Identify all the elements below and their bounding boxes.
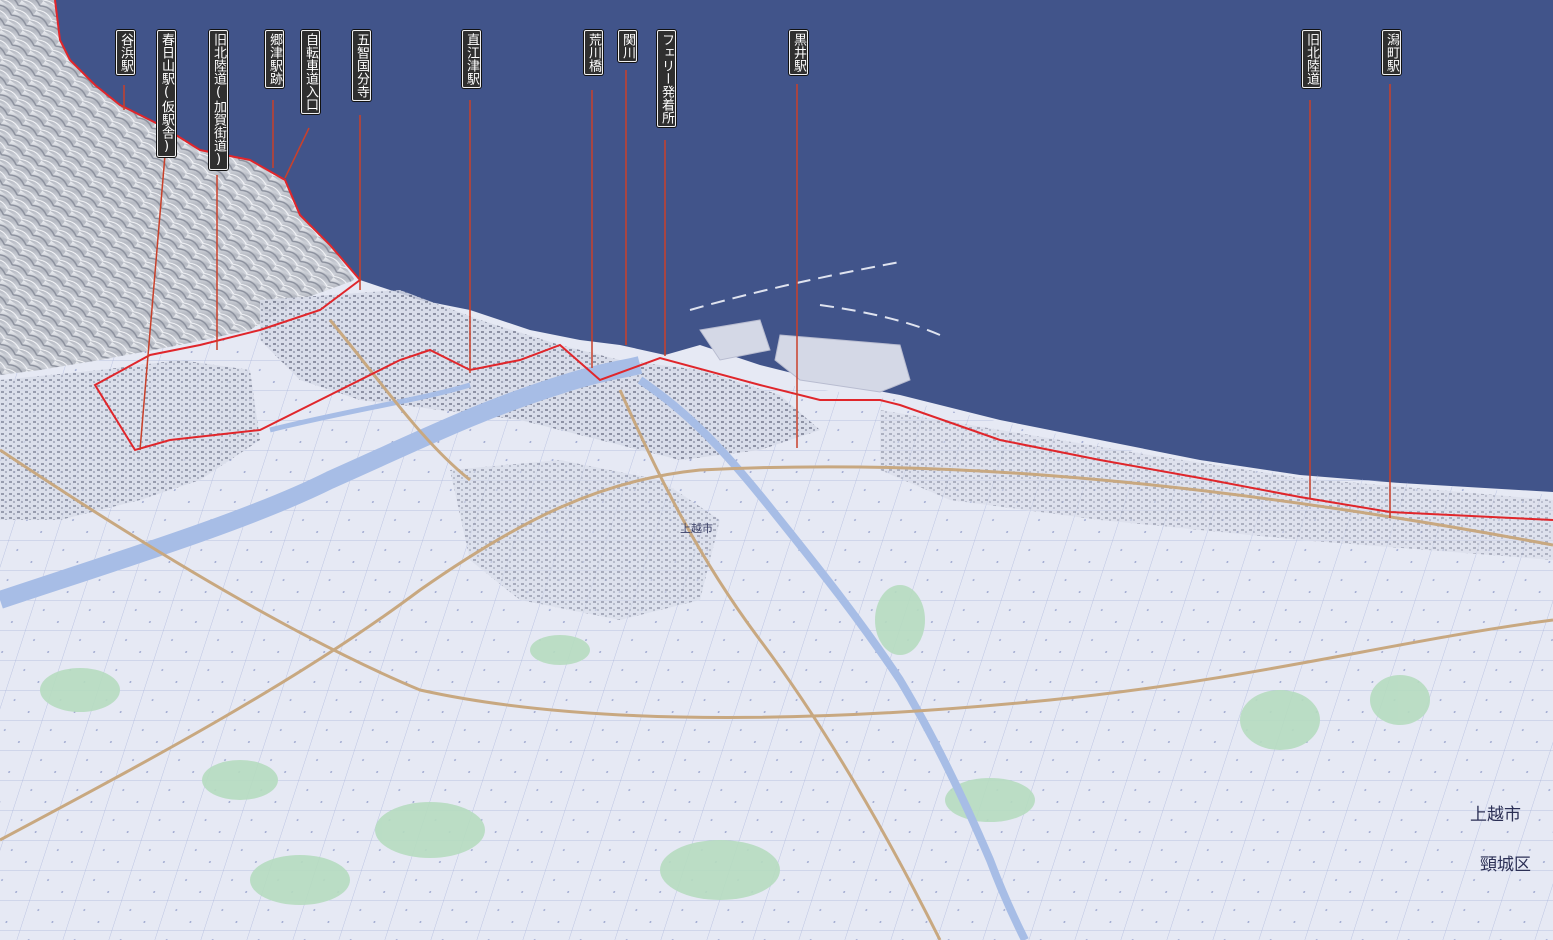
label-jitensha-doiriguchi: 自転車道入口 — [301, 30, 320, 114]
label-katagata-eki: 潟町駅 — [1382, 30, 1401, 75]
label-naoetsu-eki: 直江津駅 — [462, 30, 481, 88]
placename-jouetsu-city: 上越市 — [1470, 805, 1521, 825]
label-gouzu-ekiato: 郷津駅跡 — [265, 30, 284, 88]
label-kyu-hokurikudo: 旧北陸道 — [1302, 30, 1321, 88]
label-kasugayama-eki: 春日山駅(仮駅舎) — [157, 30, 176, 157]
label-tanihama-eki: 谷浜駅 — [116, 30, 135, 75]
label-sekigawa: 関川 — [618, 30, 637, 62]
placename-kubiki-ku: 頸城区 — [1480, 855, 1531, 875]
label-arakawa-bashi: 荒川橋 — [584, 30, 603, 75]
label-kuroi-eki: 黒井駅 — [789, 30, 808, 75]
label-gochi-kokubunji: 五智国分寺 — [352, 30, 371, 101]
placename-takadashin: 上越市 — [680, 522, 713, 535]
label-ferry-hacchakujo: フェリー発着所 — [657, 30, 676, 127]
terrain-map — [0, 0, 1553, 940]
label-kyu-hokurikudo-kaga: 旧北陸道(加賀街道) — [209, 30, 228, 170]
